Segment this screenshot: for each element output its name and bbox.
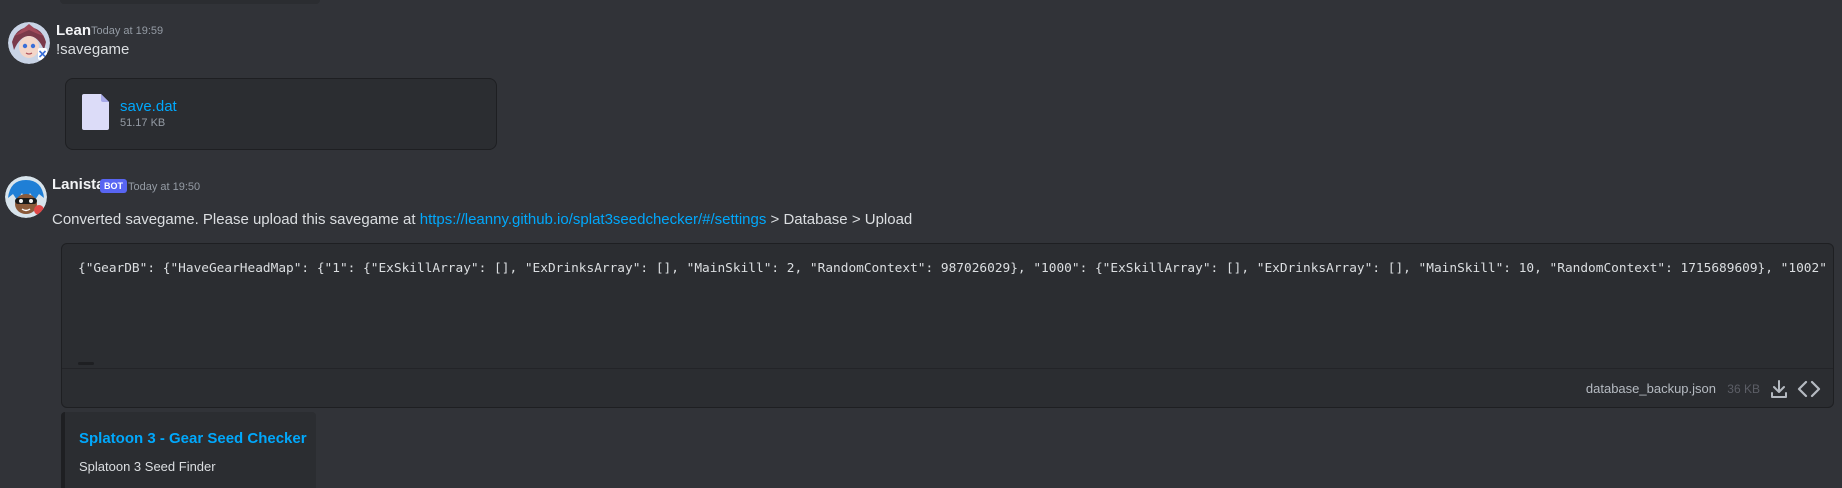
embed-description: Splatoon 3 Seed Finder bbox=[79, 459, 216, 474]
message-text-before-link: Converted savegame. Please upload this s… bbox=[52, 211, 420, 228]
horizontal-scrollbar[interactable] bbox=[78, 362, 94, 365]
file-icon bbox=[82, 94, 109, 135]
link-embed: Splatoon 3 - Gear Seed Checker Splatoon … bbox=[61, 412, 316, 488]
previous-message-edge bbox=[60, 0, 320, 4]
message-content: !savegame bbox=[56, 41, 130, 58]
chat-messages-area: Lean Today at 19:59 !savegame save.dat 5… bbox=[0, 0, 1842, 488]
anime-character-avatar[interactable] bbox=[8, 22, 50, 64]
message-timestamp: Today at 19:50 bbox=[128, 181, 201, 193]
file-attachment: save.dat 51.17 KB bbox=[65, 78, 497, 150]
code-icon[interactable] bbox=[1797, 378, 1821, 400]
username-lean[interactable]: Lean bbox=[56, 22, 91, 39]
message-timestamp: Today at 19:59 bbox=[91, 25, 164, 37]
username-lanista[interactable]: Lanista bbox=[52, 176, 105, 193]
bot-badge: BOT bbox=[100, 179, 127, 193]
code-preview-text[interactable]: {"GearDB": {"HaveGearHeadMap": {"1": {"E… bbox=[78, 261, 1827, 276]
embed-title[interactable]: Splatoon 3 - Gear Seed Checker bbox=[79, 430, 307, 447]
message-text-after-link: > Database > Upload bbox=[766, 211, 913, 228]
download-icon[interactable] bbox=[1768, 378, 1790, 400]
code-file-preview: {"GearDB": {"HaveGearHeadMap": {"1": {"E… bbox=[61, 243, 1834, 408]
code-file-name[interactable]: database_backup.json bbox=[1586, 381, 1716, 396]
code-file-footer: database_backup.json 36 KB bbox=[62, 368, 1833, 407]
attachment-file-size: 51.17 KB bbox=[120, 117, 166, 129]
settings-link[interactable]: https://leanny.github.io/splat3seedcheck… bbox=[420, 211, 767, 228]
attachment-file-name[interactable]: save.dat bbox=[120, 98, 177, 115]
message-content: Converted savegame. Please upload this s… bbox=[52, 211, 912, 228]
squid-character-avatar[interactable] bbox=[5, 176, 47, 218]
code-file-size: 36 KB bbox=[1727, 382, 1760, 396]
